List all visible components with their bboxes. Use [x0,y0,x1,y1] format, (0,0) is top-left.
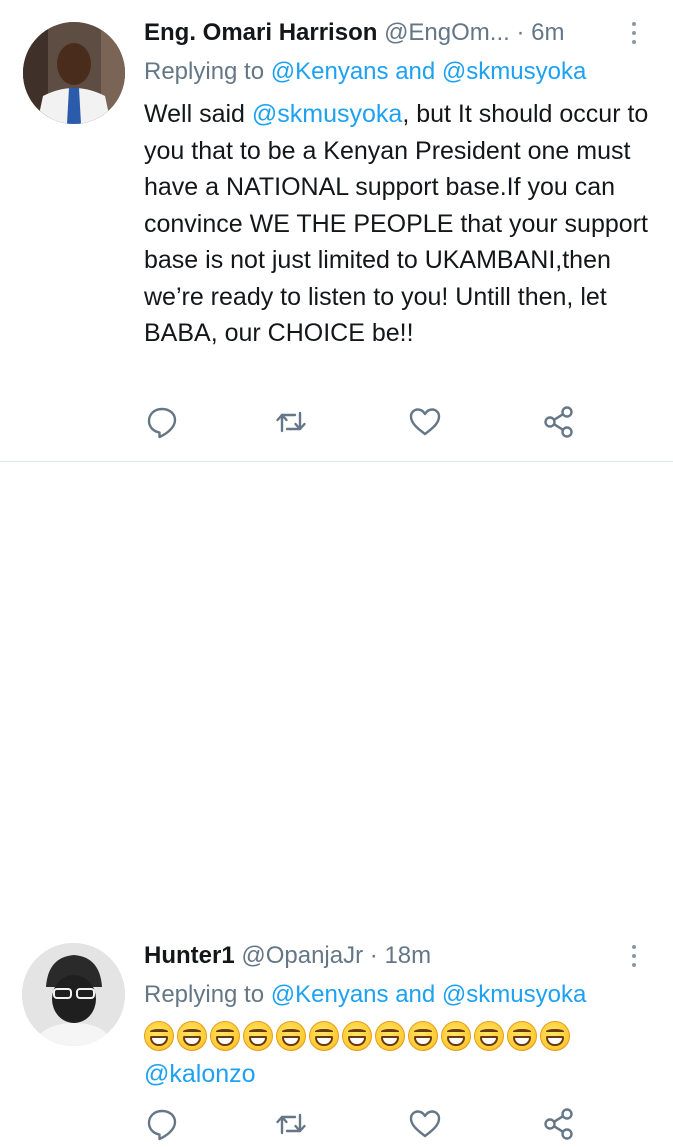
replying-and-label: and [395,58,436,85]
replying-to-mention[interactable]: @skmusyoka [442,58,586,85]
tweet-actions [0,1106,673,1146]
grinning-squinting-face-emoji-icon [144,1021,174,1051]
grinning-squinting-face-emoji-icon [276,1021,306,1051]
grinning-squinting-face-emoji-icon [342,1021,372,1051]
share-icon[interactable] [541,1106,577,1142]
avatar[interactable] [22,943,125,1046]
grinning-squinting-face-emoji-icon [507,1021,537,1051]
tweet-header: Hunter1 @OpanjaJr · 18m [144,942,431,970]
user-handle[interactable]: @OpanjaJr [241,942,363,969]
replying-to-line: Replying to @Kenyans and @skmusyoka [144,981,586,1009]
replying-to-label: Replying to [144,981,265,1008]
timestamp[interactable]: 18m [384,942,431,969]
timestamp[interactable]: 6m [531,19,564,46]
replying-and-label: and [395,981,436,1008]
reply-icon[interactable] [144,404,180,440]
more-options-icon[interactable] [630,22,638,46]
tweet-text-rest: , but It should occur to you that to be … [144,100,649,347]
emoji-row [144,1021,573,1053]
tweet-actions [0,404,673,444]
tweet-item[interactable]: Hunter1 @OpanjaJr · 18m Replying to @Ken… [0,461,673,1141]
separator-dot: · [369,942,378,969]
grinning-squinting-face-emoji-icon [177,1021,207,1051]
grinning-squinting-face-emoji-icon [441,1021,471,1051]
grinning-squinting-face-emoji-icon [474,1021,504,1051]
grinning-squinting-face-emoji-icon [210,1021,240,1051]
reply-icon[interactable] [144,1106,180,1142]
tweet-text-start: Well said [144,100,252,128]
replying-to-mention[interactable]: @Kenyans [271,981,389,1008]
grinning-squinting-face-emoji-icon [309,1021,339,1051]
display-name[interactable]: Hunter1 [144,942,235,969]
share-icon[interactable] [541,404,577,440]
retweet-icon[interactable] [273,1106,309,1142]
more-options-icon[interactable] [630,945,638,969]
tweet-header: Eng. Omari Harrison @EngOm... · 6m [144,19,564,47]
replying-to-mention[interactable]: @skmusyoka [442,981,586,1008]
tweet-text: @kalonzo [144,1059,256,1089]
retweet-icon[interactable] [273,404,309,440]
replying-to-line: Replying to @Kenyans and @skmusyoka [144,58,586,86]
replying-to-mention[interactable]: @Kenyans [271,58,389,85]
mention-link[interactable]: @skmusyoka [252,100,402,128]
tweet-text: Well said @skmusyoka, but It should occu… [144,96,654,352]
grinning-squinting-face-emoji-icon [375,1021,405,1051]
heart-icon[interactable] [407,1106,443,1142]
avatar[interactable] [23,22,125,124]
replying-to-label: Replying to [144,58,265,85]
heart-icon[interactable] [407,404,443,440]
display-name[interactable]: Eng. Omari Harrison [144,19,377,46]
tweet-item[interactable]: Eng. Omari Harrison @EngOm... · 6m Reply… [0,0,673,461]
separator-dot: · [516,19,525,46]
grinning-squinting-face-emoji-icon [540,1021,570,1051]
grinning-squinting-face-emoji-icon [243,1021,273,1051]
grinning-squinting-face-emoji-icon [408,1021,438,1051]
mention-link[interactable]: @kalonzo [144,1060,256,1088]
user-handle[interactable]: @EngOm... [384,19,510,46]
